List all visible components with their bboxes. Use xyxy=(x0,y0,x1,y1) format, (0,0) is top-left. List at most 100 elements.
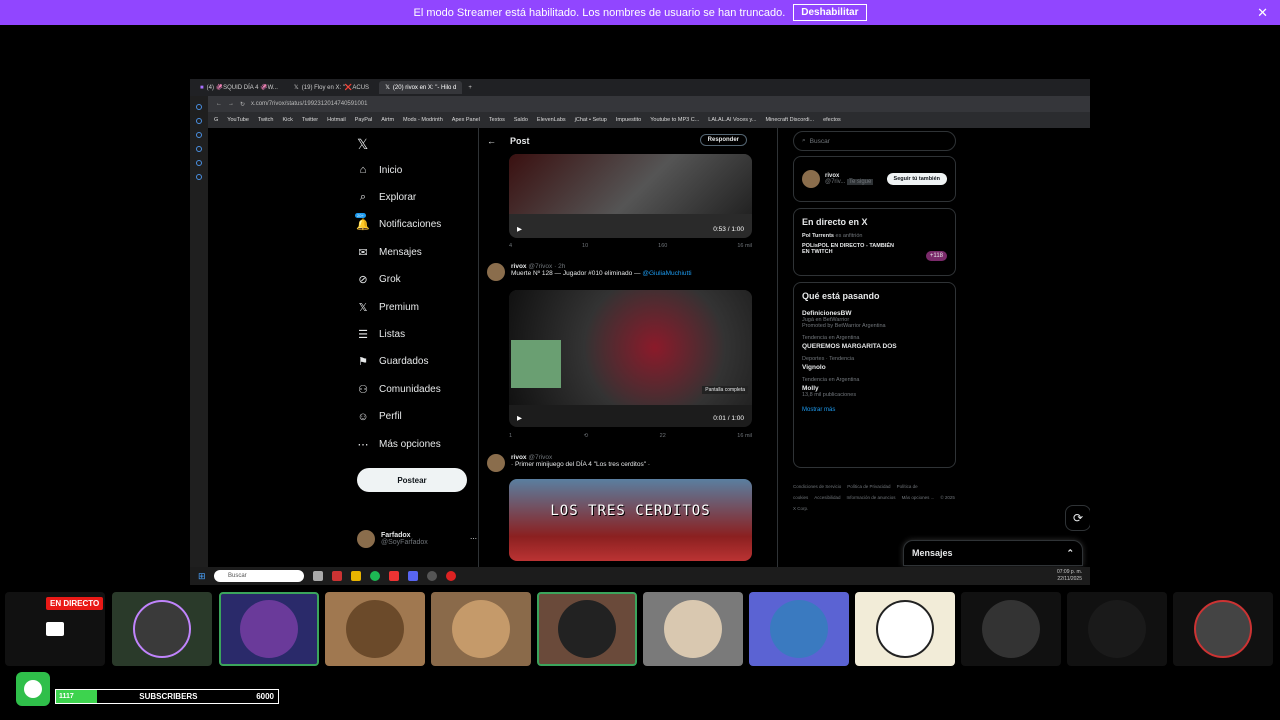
footer-link[interactable]: Condiciones de Servicio xyxy=(793,484,841,489)
tweet-author[interactable]: rivox xyxy=(511,263,527,270)
bookmark-item[interactable]: LALAL.AI Voces y... xyxy=(708,117,756,123)
participant-tile[interactable] xyxy=(1067,592,1167,666)
play-icon[interactable]: ▶ xyxy=(517,225,522,233)
footer-link[interactable]: Más opciones ... xyxy=(902,495,935,500)
new-tab-button[interactable]: + xyxy=(468,85,472,91)
back-arrow-icon[interactable]: ← xyxy=(487,136,496,146)
nav-item-notificaciones[interactable]: 🔔 20+ Notificaciones xyxy=(355,212,441,231)
footer-link[interactable]: Información de anuncios xyxy=(847,495,896,500)
participant-tile[interactable] xyxy=(537,592,637,666)
bookmark-item[interactable]: Kick xyxy=(283,117,293,123)
avatar[interactable] xyxy=(487,263,505,281)
task-view-icon[interactable] xyxy=(313,571,323,581)
bookmark-item[interactable]: PayPal xyxy=(355,117,372,123)
reply-count[interactable]: 1 xyxy=(509,433,512,439)
nav-item-comunidades[interactable]: ⚇ Comunidades xyxy=(357,383,441,396)
tweet-video[interactable]: Pantalla completa ▶ 0:01 / 1:00 xyxy=(509,290,752,427)
like-count[interactable]: 160 xyxy=(658,243,667,249)
live-title-text[interactable]: POLisPOL EN DIRECTO - TAMBIÉN EN TWITCH xyxy=(794,241,909,257)
reply-button[interactable]: Responder xyxy=(699,134,747,146)
bookmark-item[interactable]: Apex Panel xyxy=(452,117,480,123)
nav-item-más-opciones[interactable]: ⋯ Más opciones xyxy=(357,438,441,451)
nav-item-perfil[interactable]: ☺ Perfil xyxy=(357,411,401,423)
participant-tile[interactable] xyxy=(749,592,849,666)
trend-item[interactable]: Tendencia en Argentina QUEREMOS MARGARITA… xyxy=(794,332,955,353)
opera-icon[interactable] xyxy=(332,571,342,581)
participant-tile[interactable] xyxy=(1173,592,1273,666)
play-icon[interactable]: ▶ xyxy=(517,414,522,422)
app-icon[interactable] xyxy=(389,571,399,581)
participant-tile[interactable] xyxy=(112,592,212,666)
sidebar-icon[interactable] xyxy=(196,104,202,110)
search-input[interactable]: ⌕ Buscar xyxy=(793,131,956,151)
bookmark-item[interactable]: efectos xyxy=(823,117,841,123)
x-logo-icon[interactable]: 𝕏 xyxy=(357,136,368,153)
show-more-link[interactable]: Mostrar más xyxy=(794,401,955,419)
avatar[interactable] xyxy=(802,170,820,188)
nav-item-grok[interactable]: ⊘ Grok xyxy=(357,274,400,286)
taskbar-search[interactable]: Buscar xyxy=(214,570,304,582)
bookmark-item[interactable]: jChat • Setup xyxy=(575,117,607,123)
live-host[interactable]: Pol Turrents xyxy=(802,233,834,239)
discord-icon[interactable] xyxy=(408,571,418,581)
close-icon[interactable]: ✕ xyxy=(1257,5,1268,21)
bookmark-item[interactable]: G xyxy=(214,117,218,123)
folder-icon[interactable] xyxy=(351,571,361,581)
url-text[interactable]: x.com/7rivox/status/1992312014740591001 xyxy=(251,101,367,107)
view-count[interactable]: 16 mil xyxy=(737,433,752,439)
participant-tile[interactable] xyxy=(961,592,1061,666)
nav-item-guardados[interactable]: ⚑ Guardados xyxy=(357,356,428,368)
nav-item-inicio[interactable]: ⌂ Inicio xyxy=(357,164,403,176)
trend-item[interactable]: Tendencia en Argentina Molly 13,8 mil publ… xyxy=(794,374,955,401)
sidebar-icon[interactable] xyxy=(196,132,202,138)
nav-item-listas[interactable]: ☰ Listas xyxy=(357,328,405,341)
trend-item[interactable]: Deportes · Tendencia Vignolo xyxy=(794,353,955,374)
bookmark-item[interactable]: Hotmail xyxy=(327,117,346,123)
trend-item[interactable]: DefinicionesBW Jugá en BetWarrior Promoted… xyxy=(794,305,955,332)
disable-streamer-mode-button[interactable]: Deshabilitar xyxy=(793,4,867,21)
reload-icon[interactable]: ↻ xyxy=(240,101,245,108)
obs-icon[interactable] xyxy=(427,571,437,581)
nav-item-explorar[interactable]: ⌕ Explorar xyxy=(357,191,416,203)
nav-item-mensajes[interactable]: ✉ Mensajes xyxy=(357,246,421,259)
spotify-icon[interactable] xyxy=(370,571,380,581)
nav-item-premium[interactable]: 𝕏 Premium xyxy=(357,301,419,314)
tweet-mention[interactable]: @GiuliaMuchiutti xyxy=(642,270,691,277)
address-bar[interactable]: ← → ↻ x.com/7rivox/status/19923120147405… xyxy=(208,96,1090,112)
back-icon[interactable]: ← xyxy=(216,101,222,107)
forward-icon[interactable]: → xyxy=(228,101,234,107)
sidebar-icon[interactable] xyxy=(196,174,202,180)
follow-back-button[interactable]: Seguir tú también xyxy=(886,173,947,185)
bookmark-item[interactable]: Mods - Modrinth xyxy=(403,117,443,123)
grok-float-icon[interactable]: ⟳ xyxy=(1065,505,1090,531)
sidebar-icon[interactable] xyxy=(196,146,202,152)
bookmark-item[interactable]: Textos xyxy=(489,117,505,123)
tweet-video[interactable]: ▶ 0:53 / 1:00 xyxy=(509,154,752,238)
bookmark-item[interactable]: Airtm xyxy=(381,117,394,123)
tab-1[interactable]: ■ (4) 🦑SQUID DÍA 4 🦑W... xyxy=(194,81,284,94)
record-icon[interactable] xyxy=(446,571,456,581)
footer-link[interactable]: Accesibilidad xyxy=(814,495,840,500)
participant-tile[interactable] xyxy=(219,592,319,666)
tab-3[interactable]: 𝕏 (20) rivox en X: "- Hilo d xyxy=(379,81,463,94)
post-button[interactable]: Postear xyxy=(357,468,467,492)
retweet-count[interactable]: 10 xyxy=(582,243,588,249)
avatar[interactable] xyxy=(487,454,505,472)
tweet-author[interactable]: rivox xyxy=(511,454,527,461)
clock[interactable]: 07:09 p. m. 22/11/2025 xyxy=(1057,569,1082,583)
view-count[interactable]: 16 mil xyxy=(737,243,752,249)
tweet-image[interactable]: LOS TRES CERDITOS xyxy=(509,479,752,561)
bookmark-item[interactable]: Saldo xyxy=(514,117,528,123)
tab-2[interactable]: 𝕏 (19) Floy en X: "❌ACUS xyxy=(288,81,375,94)
bookmark-item[interactable]: YouTube xyxy=(227,117,249,123)
sidebar-icon[interactable] xyxy=(196,160,202,166)
messages-drawer[interactable]: Mensajes ⌃ xyxy=(903,540,1083,566)
sidebar-icon[interactable] xyxy=(196,118,202,124)
bookmark-item[interactable]: Minecraft Discordi... xyxy=(765,117,814,123)
participant-tile[interactable] xyxy=(643,592,743,666)
bookmark-item[interactable]: ElevenLabs xyxy=(537,117,566,123)
account-switcher[interactable]: Farfadox @SoyFarfadox ⋯ xyxy=(357,530,477,548)
reply-count[interactable]: 4 xyxy=(509,243,512,249)
footer-link[interactable]: Política de Privacidad xyxy=(847,484,890,489)
participant-tile[interactable] xyxy=(431,592,531,666)
